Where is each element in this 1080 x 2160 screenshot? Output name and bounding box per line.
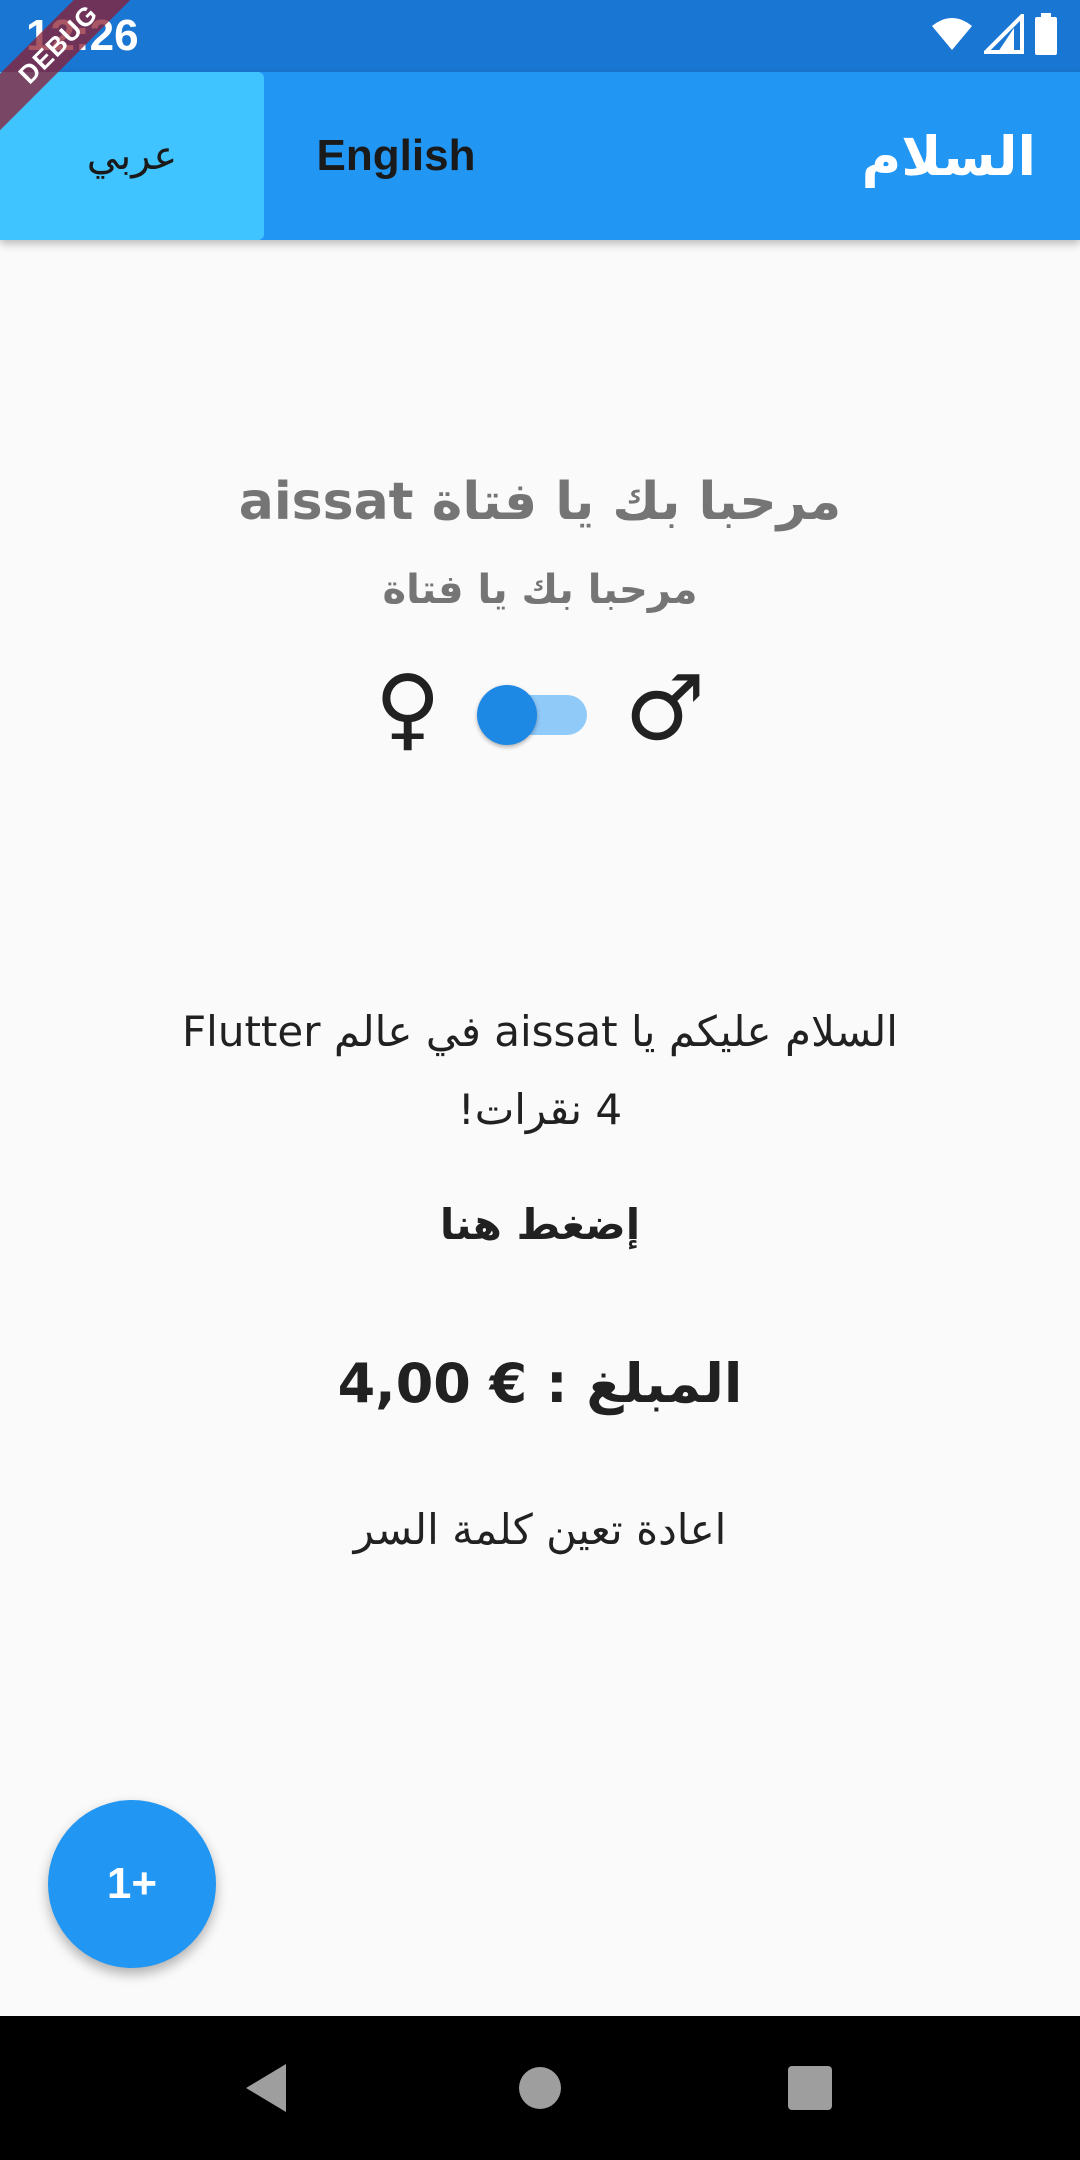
amount-text: المبلغ : € 4,00	[337, 1352, 743, 1415]
click-count-text: 4 نقرات!	[457, 1085, 623, 1134]
switch-thumb	[476, 685, 537, 745]
welcome-text: السلام عليكم يا aissat في عالم Flutter	[182, 1007, 898, 1056]
gender-switch[interactable]	[476, 679, 589, 745]
reset-password-link[interactable]: اعادة تعين كلمة السر	[0, 1494, 1080, 1566]
greeting-subtitle: مرحبا بك يا فتاة	[382, 567, 698, 613]
fab-label: 1+	[106, 1859, 158, 1908]
press-here-button[interactable]: إضغط هنا	[390, 1184, 690, 1264]
language-english-button[interactable]: English	[296, 72, 496, 240]
recents-icon[interactable]	[780, 2058, 840, 2118]
status-bar: 12:26	[0, 0, 1080, 72]
app-screen: 12:26 DEBUG عربي	[0, 0, 1080, 2160]
app-bar: عربي English السلام	[0, 72, 1080, 240]
greeting-title: aissat مرحبا بك يا فتاة	[238, 472, 842, 532]
home-icon[interactable]	[510, 2058, 570, 2118]
navigation-bar	[0, 2016, 1080, 2160]
signal-icon	[981, 11, 1024, 58]
male-icon: ♂	[624, 656, 706, 761]
back-icon[interactable]	[236, 2058, 296, 2118]
language-arabic-button[interactable]: عربي	[0, 72, 264, 240]
battery-icon	[1034, 13, 1058, 59]
app-title: السلام	[861, 124, 1036, 188]
increment-fab[interactable]: 1+	[48, 1800, 216, 1968]
wifi-icon	[930, 16, 974, 56]
female-icon: ♀	[374, 656, 441, 761]
gender-toggle-row: ♀ ♂	[0, 654, 1080, 764]
status-icons	[930, 11, 1058, 60]
